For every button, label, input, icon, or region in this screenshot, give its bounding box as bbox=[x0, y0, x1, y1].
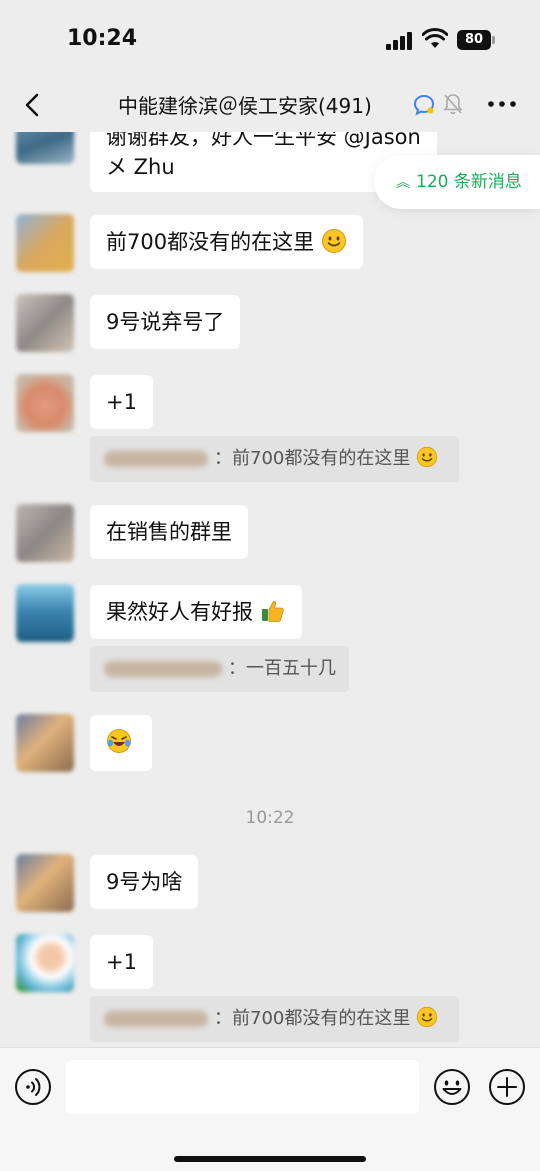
smile-emoji-icon bbox=[321, 229, 346, 253]
chat-title: 中能建徐滨＠侯工安家(491) bbox=[118, 94, 372, 118]
message-text-line: 谢谢群友，好人一生平安 @Jason bbox=[106, 132, 421, 149]
message-bubble[interactable]: 9号为啥 bbox=[90, 855, 199, 909]
message-bubble[interactable] bbox=[90, 715, 152, 771]
quoted-text: ：前700都没有的在这里 bbox=[214, 1008, 411, 1029]
avatar[interactable] bbox=[16, 504, 74, 562]
message-input[interactable] bbox=[66, 1060, 419, 1114]
avatar[interactable] bbox=[16, 584, 74, 642]
blurred-sender-name bbox=[104, 451, 208, 467]
message-timestamp: 10:22 bbox=[245, 808, 295, 828]
message-bubble[interactable]: 前700都没有的在这里 bbox=[90, 215, 363, 269]
quoted-reply[interactable]: ：前700都没有的在这里 bbox=[90, 436, 459, 482]
chat-bubble-icon[interactable] bbox=[412, 93, 436, 117]
back-arrow-icon[interactable] bbox=[18, 90, 48, 120]
blurred-sender-name bbox=[104, 1011, 208, 1027]
message-bubble[interactable]: +1 bbox=[90, 375, 153, 429]
chat-header: 中能建徐滨＠侯工安家(491) bbox=[0, 80, 540, 132]
quoted-reply[interactable]: ：前700都没有的在这里 bbox=[90, 996, 459, 1042]
avatar[interactable] bbox=[16, 132, 74, 164]
voice-input-icon[interactable] bbox=[14, 1068, 52, 1106]
message-text: +1 bbox=[106, 950, 137, 974]
thumbs-up-emoji-icon bbox=[261, 601, 284, 622]
smile-emoji-icon bbox=[416, 1006, 438, 1028]
laughing-tears-emoji-icon bbox=[107, 729, 131, 753]
signal-icon bbox=[386, 32, 414, 50]
mute-bell-icon bbox=[443, 94, 463, 115]
quoted-reply[interactable]: ：一百五十几 bbox=[90, 646, 349, 692]
avatar[interactable] bbox=[16, 214, 74, 272]
message-text: 9号为啥 bbox=[106, 870, 183, 894]
message-text: +1 bbox=[106, 390, 137, 414]
message-text: 前700都没有的在这里 bbox=[106, 230, 315, 254]
avatar[interactable] bbox=[16, 934, 74, 992]
message-bubble[interactable]: 9号说弃号了 bbox=[90, 295, 241, 349]
emoji-icon[interactable] bbox=[433, 1068, 471, 1106]
home-indicator bbox=[174, 1156, 366, 1162]
quoted-text: ：一百五十几 bbox=[228, 658, 336, 679]
battery-icon: 80 bbox=[457, 30, 495, 50]
smile-emoji-icon bbox=[416, 446, 438, 468]
message-text: 在销售的群里 bbox=[106, 520, 232, 544]
double-chevron-up-icon: ︽ bbox=[396, 175, 410, 191]
avatar[interactable] bbox=[16, 374, 74, 432]
message-bubble[interactable]: 在销售的群里 bbox=[90, 505, 248, 559]
message-bubble[interactable]: 果然好人有好报 bbox=[90, 585, 302, 639]
avatar[interactable] bbox=[16, 294, 74, 352]
blurred-sender-name bbox=[104, 661, 222, 677]
quoted-text: ：前700都没有的在这里 bbox=[214, 448, 411, 469]
status-bar: 10:24 80 bbox=[0, 0, 540, 80]
avatar[interactable] bbox=[16, 854, 74, 912]
plus-icon[interactable] bbox=[488, 1068, 526, 1106]
message-text: 果然好人有好报 bbox=[106, 600, 253, 624]
more-options-icon[interactable] bbox=[486, 92, 518, 116]
chat-message-list[interactable]: 谢谢群友，好人一生平安 @Jason メ Zhu 前700都没有的在这里 9号说… bbox=[0, 132, 540, 1047]
new-messages-button[interactable]: ︽ 120 条新消息 bbox=[374, 155, 540, 209]
status-time: 10:24 bbox=[67, 26, 138, 51]
wifi-icon bbox=[422, 28, 448, 48]
message-bubble[interactable]: +1 bbox=[90, 935, 153, 989]
new-messages-label: 120 条新消息 bbox=[416, 172, 522, 192]
input-bar bbox=[0, 1047, 540, 1171]
message-text: 9号说弃号了 bbox=[106, 310, 225, 334]
avatar[interactable] bbox=[16, 714, 74, 772]
